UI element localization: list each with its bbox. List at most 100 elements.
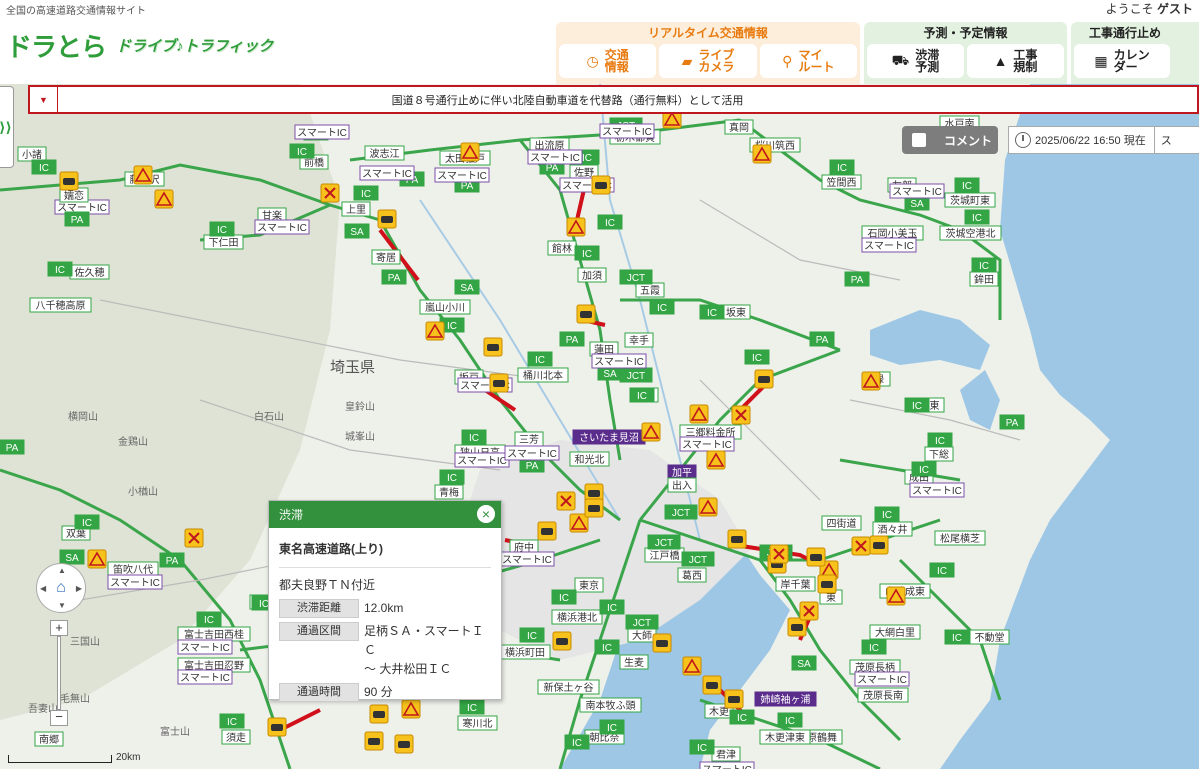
place-label: IC xyxy=(602,643,612,654)
zoom-slider[interactable] xyxy=(57,636,61,710)
tab-congestion-forecast[interactable]: ⛟ 渋滞 予測 xyxy=(867,44,964,78)
congestion-car-icon[interactable] xyxy=(377,209,397,229)
map-canvas[interactable]: 埼玉県 横岡山 金鶏山 白石山 小楢山 三国山 吾妻山 富士山 毛無山 城峯山 … xyxy=(0,84,1199,769)
place-label: 鉾田 xyxy=(974,273,994,286)
tab-live-camera[interactable]: ▰ ライブ カメラ xyxy=(659,44,757,78)
pan-right-icon[interactable]: ▶ xyxy=(76,584,82,593)
map-pan-control[interactable]: ▲ ▼ ◀ ▶ ⌂ xyxy=(36,563,86,613)
place-label: 横浜町田 xyxy=(505,646,545,659)
mountain-label: 小楢山 xyxy=(128,485,158,498)
congestion-car-icon[interactable] xyxy=(369,704,389,724)
place-label: 桶川北本 xyxy=(523,369,563,382)
congestion-car-icon[interactable] xyxy=(483,337,503,357)
road-closed-icon[interactable] xyxy=(731,405,751,425)
road-closed-icon[interactable] xyxy=(320,183,340,203)
place-label: 坂東 xyxy=(726,306,746,319)
place-label: JCT xyxy=(672,508,690,519)
pan-down-icon[interactable]: ▼ xyxy=(58,601,66,610)
congestion-car-icon[interactable] xyxy=(591,175,611,195)
zoom-out-button[interactable]: − xyxy=(50,710,68,726)
road-closed-icon[interactable] xyxy=(769,544,789,564)
congestion-car-icon[interactable] xyxy=(267,717,287,737)
place-label: PA xyxy=(816,335,829,346)
congestion-car-icon[interactable] xyxy=(869,535,889,555)
tab-my-route[interactable]: ⚲ マイ ルート xyxy=(759,44,857,78)
construction-warning-icon[interactable] xyxy=(698,497,718,517)
tab-label: ライブ カメラ xyxy=(698,48,735,74)
construction-warning-icon[interactable] xyxy=(460,142,480,162)
place-label: 幸手 xyxy=(629,334,649,347)
tab-label: 交通 情報 xyxy=(604,48,629,74)
place-label: IC xyxy=(447,473,457,484)
place-label: 下総 xyxy=(929,448,949,461)
congestion-car-icon[interactable] xyxy=(787,617,807,637)
place-label: IC xyxy=(637,391,647,402)
congestion-car-icon[interactable] xyxy=(817,574,837,594)
construction-warning-icon[interactable] xyxy=(154,189,174,209)
construction-warning-icon[interactable] xyxy=(425,321,445,341)
tab-traffic-info[interactable]: ◷ 交通 情報 xyxy=(559,44,657,78)
congestion-car-icon[interactable] xyxy=(552,631,572,651)
construction-warning-icon[interactable] xyxy=(682,656,702,676)
notice-text[interactable]: 国道８号通行止めに伴い北陸自動車道を代替路（通行無料）として活用 xyxy=(58,92,1197,108)
place-label: IC xyxy=(837,163,847,174)
congestion-car-icon[interactable] xyxy=(806,547,826,567)
comment-toggle-button[interactable]: コメント xyxy=(902,126,998,154)
congestion-car-icon[interactable] xyxy=(724,689,744,709)
close-icon[interactable]: × xyxy=(476,504,496,524)
place-label: スマートIC xyxy=(297,128,347,139)
scale-bar xyxy=(8,755,112,763)
construction-warning-icon[interactable] xyxy=(641,422,661,442)
congestion-car-icon[interactable] xyxy=(364,731,384,751)
construction-warning-icon[interactable] xyxy=(689,404,709,424)
place-label: スマートIC xyxy=(180,673,230,684)
place-label: 葛西 xyxy=(682,569,702,582)
road-closed-icon[interactable] xyxy=(184,528,204,548)
construction-warning-icon[interactable] xyxy=(133,165,153,185)
user-name[interactable]: ゲスト xyxy=(1157,2,1193,16)
logo[interactable]: ドラとら ドライブ♪トラフィック xyxy=(6,28,273,62)
tab-calendar[interactable]: ▦ カレン ダー xyxy=(1074,44,1170,78)
place-label: スマートIC xyxy=(864,241,914,252)
road-closed-icon[interactable] xyxy=(556,491,576,511)
home-icon[interactable]: ⌂ xyxy=(56,579,66,597)
construction-warning-icon[interactable] xyxy=(752,144,772,164)
traffic-map[interactable]: 埼玉県 横岡山 金鶏山 白石山 小楢山 三国山 吾妻山 富士山 毛無山 城峯山 … xyxy=(0,84,1199,769)
construction-warning-icon[interactable] xyxy=(566,217,586,237)
congestion-car-icon[interactable] xyxy=(727,529,747,549)
congestion-car-icon[interactable] xyxy=(489,373,509,393)
notice-dropdown-toggle[interactable]: ▼ xyxy=(30,87,58,112)
place-label: IC xyxy=(572,738,582,749)
congestion-car-icon[interactable] xyxy=(537,521,557,541)
place-label: 岸千葉 xyxy=(781,578,811,591)
construction-warning-icon[interactable] xyxy=(87,549,107,569)
congestion-car-icon[interactable] xyxy=(584,498,604,518)
popup-row: 通過時間 90 分 xyxy=(279,683,491,702)
pan-up-icon[interactable]: ▲ xyxy=(58,566,66,575)
congestion-car-icon[interactable] xyxy=(754,369,774,389)
timestamp-extra[interactable]: ス xyxy=(1153,127,1172,153)
tab-construction[interactable]: ▲ 工事 規制 xyxy=(967,44,1064,78)
welcome-text: ようこそ ゲスト xyxy=(1106,0,1193,17)
place-label: IC xyxy=(912,401,922,412)
car-icon: ⛟ xyxy=(891,51,910,68)
mountain-label: 富士山 xyxy=(160,725,190,738)
pan-left-icon[interactable]: ◀ xyxy=(40,584,46,593)
side-panel-toggle[interactable]: ⟩⟩ xyxy=(0,86,14,168)
congestion-car-icon[interactable] xyxy=(394,734,414,754)
place-label: 南本牧ふ頭 xyxy=(586,699,636,712)
road-closed-icon[interactable] xyxy=(799,601,819,621)
prefecture-label: 埼玉県 xyxy=(330,359,375,376)
congestion-car-icon[interactable] xyxy=(59,171,79,191)
place-label: 富士吉田西桂 xyxy=(184,628,244,641)
congestion-car-icon[interactable] xyxy=(652,633,672,653)
congestion-car-icon[interactable] xyxy=(576,304,596,324)
place-label: 大師 xyxy=(632,629,652,642)
congestion-car-icon[interactable] xyxy=(702,675,722,695)
construction-warning-icon[interactable] xyxy=(401,699,421,719)
construction-warning-icon[interactable] xyxy=(861,371,881,391)
construction-warning-icon[interactable] xyxy=(886,586,906,606)
zoom-in-button[interactable]: + xyxy=(50,620,68,636)
construction-warning-icon[interactable] xyxy=(706,450,726,470)
road-closed-icon[interactable] xyxy=(851,536,871,556)
